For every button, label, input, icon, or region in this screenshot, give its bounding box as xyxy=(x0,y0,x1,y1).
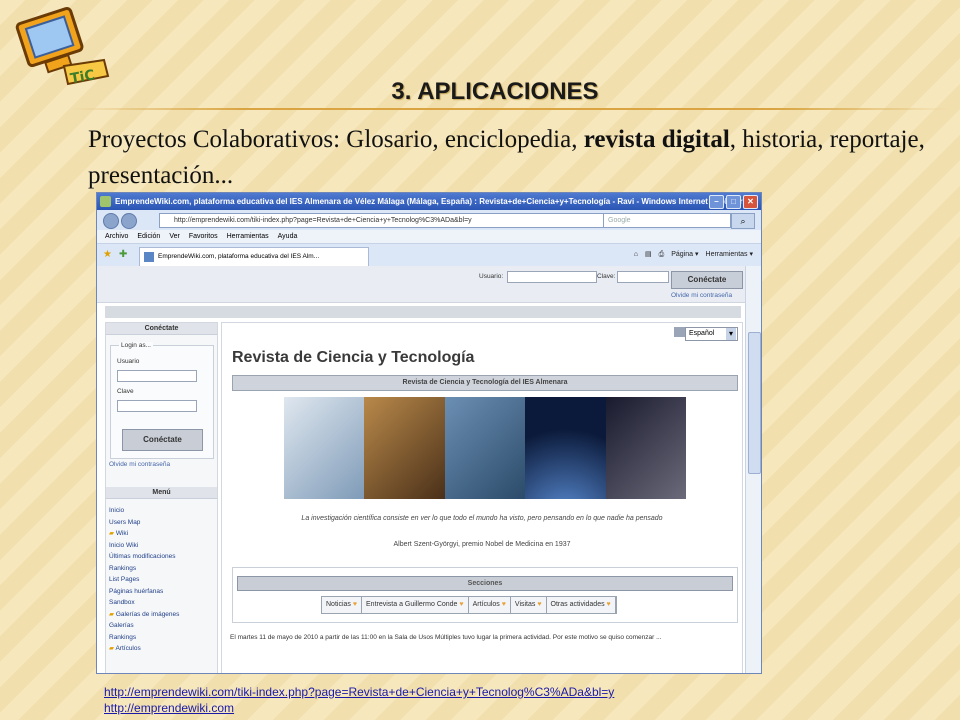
forgot-password-link-side[interactable]: Olvide mi contraseña xyxy=(109,461,170,468)
side-user-field[interactable] xyxy=(117,370,197,382)
slide-body-text: Proyectos Colaborativos: Glosario, encic… xyxy=(88,126,925,189)
menu-item[interactable]: ▰ Artículos xyxy=(109,643,179,655)
vertical-scrollbar[interactable] xyxy=(745,266,761,673)
science-collage-image xyxy=(284,397,687,499)
source-link[interactable]: http://emprendewiki.com xyxy=(104,700,614,716)
source-links: http://emprendewiki.com/tiki-index.php?p… xyxy=(104,684,614,716)
page-title: Revista de Ciencia y Tecnología xyxy=(232,349,475,366)
source-link[interactable]: http://emprendewiki.com/tiki-index.php?p… xyxy=(104,684,614,700)
main-content: Español Revista de Ciencia y Tecnología … xyxy=(221,322,743,673)
favorites-star-icon[interactable]: ★ xyxy=(103,249,112,260)
news-paragraph: El martes 11 de mayo de 2010 a partir de… xyxy=(230,634,662,641)
user-field[interactable] xyxy=(507,271,597,283)
section-link[interactable]: Otras actividades xyxy=(547,597,616,613)
menu-item[interactable]: ▰ Galerías de imágenes xyxy=(109,609,179,621)
side-password-label: Clave xyxy=(117,388,134,395)
menu-item[interactable]: Users Map xyxy=(109,517,179,529)
menu-ver[interactable]: Ver xyxy=(169,230,180,243)
add-favorite-icon[interactable]: ✚ xyxy=(119,249,127,260)
magazine-band: Revista de Ciencia y Tecnología del IES … xyxy=(232,375,738,391)
browser-screenshot: EmprendeWiki.com, plataforma educativa d… xyxy=(96,192,762,674)
home-icon[interactable]: ⌂ xyxy=(634,248,638,262)
sections-box: Secciones Noticias Entrevista a Guillerm… xyxy=(232,567,738,623)
menu-item[interactable]: ▰ Wiki xyxy=(109,528,179,540)
menu-item[interactable]: Inicio Wiki xyxy=(109,540,179,552)
ie-title-bar: EmprendeWiki.com, plataforma educativa d… xyxy=(97,193,761,210)
print-icon[interactable]: ⎙ xyxy=(659,248,665,262)
menu-bar: Archivo Edición Ver Favoritos Herramient… xyxy=(97,230,761,244)
sections-header: Secciones xyxy=(237,576,733,591)
forgot-password-link-top[interactable]: Olvide mi contraseña xyxy=(671,292,732,299)
address-row: http://emprendewiki.com/tiki-index.php?p… xyxy=(97,210,761,230)
search-box[interactable]: Google xyxy=(603,213,731,228)
section-link[interactable]: Visitas xyxy=(511,597,547,613)
quote-author: Albert Szent-Györgyi, premio Nobel de Me… xyxy=(393,541,571,548)
side-user-label: Usuario xyxy=(117,358,140,365)
close-icon[interactable]: ✕ xyxy=(743,195,758,209)
menu-item[interactable]: List Pages xyxy=(109,574,179,586)
password-label: Clave: xyxy=(597,273,616,280)
menu-favoritos[interactable]: Favoritos xyxy=(189,230,218,243)
menu-archivo[interactable]: Archivo xyxy=(105,230,128,243)
connect-button-side[interactable]: Conéctate xyxy=(122,429,203,451)
menu-item[interactable]: Sandbox xyxy=(109,597,179,609)
scroll-thumb[interactable] xyxy=(748,332,761,474)
menu-edicion[interactable]: Edición xyxy=(137,230,160,243)
minimize-icon[interactable]: – xyxy=(709,195,724,209)
forward-icon[interactable] xyxy=(121,213,137,229)
menu-item[interactable]: Galerías xyxy=(109,620,179,632)
menu-ayuda[interactable]: Ayuda xyxy=(278,230,298,243)
language-select[interactable]: Español xyxy=(685,327,738,341)
menu-item[interactable]: Inicio xyxy=(109,505,179,517)
maximize-icon[interactable]: □ xyxy=(726,195,741,209)
password-field[interactable] xyxy=(617,271,669,283)
window-title: EmprendeWiki.com, plataforma educativa d… xyxy=(115,197,743,206)
section-link[interactable]: Artículos xyxy=(469,597,511,613)
tab-emprendewiki[interactable]: EmprendeWiki.com, plataforma educativa d… xyxy=(139,247,369,266)
login-strip: Usuario: Clave: Conéctate Olvide mi cont… xyxy=(97,266,745,303)
section-link[interactable]: Entrevista a Guillermo Conde xyxy=(362,597,469,613)
folder-icon: ▰ xyxy=(109,530,116,537)
sidebar-menu-header: Menú xyxy=(106,487,217,499)
highlight-revista-digital: revista digital xyxy=(583,126,730,153)
sidebar-login-header: Conéctate xyxy=(106,323,217,335)
menu-item[interactable]: Rankings xyxy=(109,632,179,644)
sections-links: Noticias Entrevista a Guillermo Conde Ar… xyxy=(321,596,617,614)
address-bar[interactable]: http://emprendewiki.com/tiki-index.php?p… xyxy=(159,213,627,228)
quote-text: La investigación científica consiste en … xyxy=(301,515,663,522)
title-divider xyxy=(70,108,950,110)
site-favicon-icon xyxy=(144,252,154,262)
menu-item[interactable]: Últimas modificaciones xyxy=(109,551,179,563)
folder-icon: ▰ xyxy=(109,610,116,618)
tools-menu[interactable]: Herramientas ▾ xyxy=(706,248,753,262)
web-page: Usuario: Clave: Conéctate Olvide mi cont… xyxy=(97,266,745,673)
connect-button-top[interactable]: Conéctate xyxy=(671,271,743,289)
sidebar-menu-list: Inicio Users Map ▰ Wiki Inicio Wiki Últi… xyxy=(109,505,179,655)
ie-icon xyxy=(100,196,111,207)
section-link[interactable]: Noticias xyxy=(322,597,363,613)
menu-item[interactable]: Rankings xyxy=(109,563,179,575)
back-icon[interactable] xyxy=(103,213,119,229)
login-as-label: Login as... xyxy=(119,342,153,349)
user-label: Usuario: xyxy=(479,273,504,280)
page-menu[interactable]: Página ▾ xyxy=(671,248,698,262)
feeds-icon[interactable]: ▤ xyxy=(645,248,652,262)
menu-item[interactable]: Páginas huérfanas xyxy=(109,586,179,598)
tab-row: ★ ✚ EmprendeWiki.com, plataforma educati… xyxy=(97,244,761,267)
sidebar: Conéctate Login as... Usuario Clave Coné… xyxy=(105,322,218,673)
search-icon[interactable]: ⌕ xyxy=(731,213,755,229)
side-password-field[interactable] xyxy=(117,400,197,412)
slide-title: 3. APLICACIONES xyxy=(391,78,599,105)
top-grey-bar xyxy=(105,306,741,318)
menu-herramientas[interactable]: Herramientas xyxy=(227,230,269,243)
